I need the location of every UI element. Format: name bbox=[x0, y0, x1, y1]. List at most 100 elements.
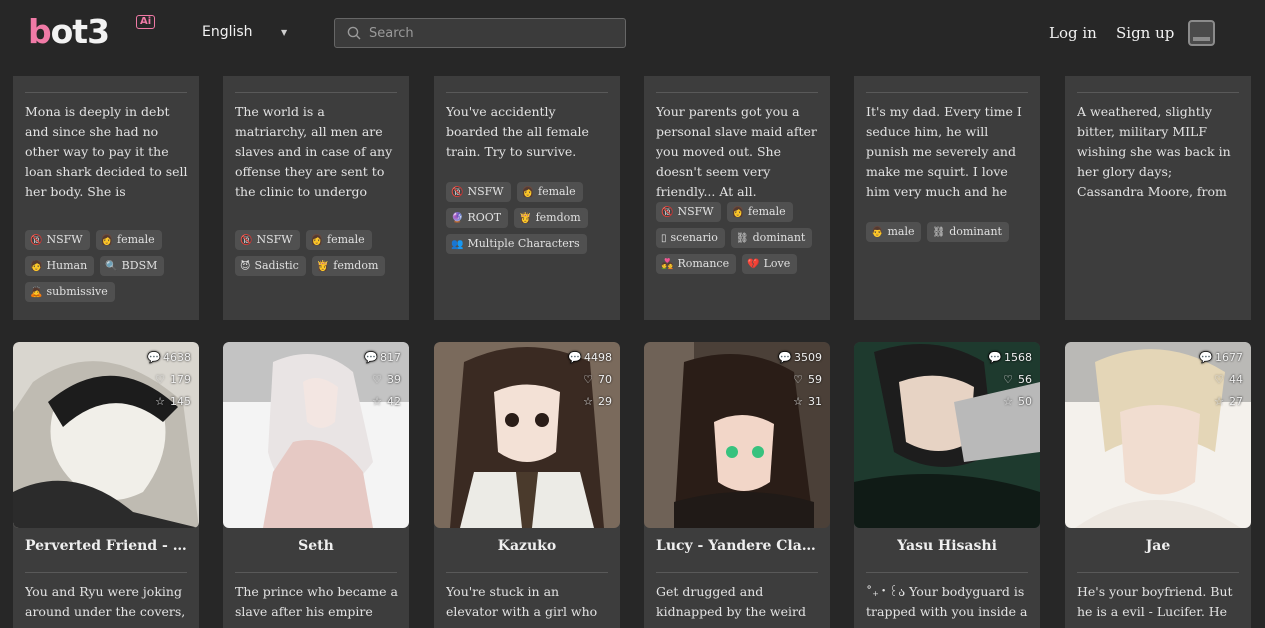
character-image[interactable]: 💬 1677 ♡ 44 ☆ 27 bbox=[1065, 342, 1251, 528]
tag-icon: ⛓ bbox=[735, 233, 749, 244]
character-image[interactable]: 💬 1568 ♡ 56 ☆ 50 bbox=[854, 342, 1040, 528]
character-card[interactable]: You've accidently boarded the all female… bbox=[434, 76, 620, 320]
stat-likes: ♡ 56 bbox=[988, 372, 1032, 394]
character-image[interactable]: 💬 3509 ♡ 59 ☆ 31 bbox=[644, 342, 830, 528]
tag-label: ROOT bbox=[467, 211, 502, 224]
tag-icon: 👨 bbox=[871, 227, 884, 238]
caret-down-icon[interactable]: ▼ bbox=[281, 28, 287, 37]
tag-icon: 👸 bbox=[316, 261, 330, 272]
tag-chip[interactable]: ▯ scenario bbox=[656, 228, 725, 248]
tag-chip[interactable]: 🔞 NSFW bbox=[235, 230, 300, 250]
stat-chats-value: 1677 bbox=[1215, 351, 1243, 364]
tag-label: female bbox=[748, 205, 786, 218]
character-card[interactable]: 💬 1677 ♡ 44 ☆ 27 Jae He's your boyfriend. But h… bbox=[1065, 342, 1251, 628]
tag-chip[interactable]: 😈 Sadistic bbox=[235, 256, 306, 276]
stat-likes-value: 59 bbox=[808, 373, 822, 386]
tag-chip[interactable]: 🔞 NSFW bbox=[656, 202, 721, 222]
tag-chip[interactable]: 👩 female bbox=[305, 230, 372, 250]
tag-chip[interactable]: 👩 female bbox=[95, 230, 162, 250]
character-name[interactable]: Kazuko bbox=[442, 538, 612, 554]
language-selector[interactable]: English bbox=[202, 24, 253, 40]
logo[interactable]: bot3 Ai bbox=[28, 12, 158, 52]
search-box[interactable] bbox=[334, 18, 626, 48]
tag-chip[interactable]: ⛓ dominant bbox=[730, 228, 813, 248]
heart-icon: ♡ bbox=[155, 373, 165, 386]
tag-chip[interactable]: 🧑 Human bbox=[25, 256, 95, 276]
top-navbar: bot3 Ai English ▼ Log in Sign up bbox=[0, 0, 1265, 66]
stat-stars: ☆ 42 bbox=[364, 394, 401, 416]
tag-chip[interactable]: 👩 female bbox=[726, 202, 793, 222]
tag-label: female bbox=[117, 233, 155, 246]
stat-stars-value: 31 bbox=[808, 395, 822, 408]
chat-icon: 💬 bbox=[778, 351, 792, 364]
search-input[interactable] bbox=[369, 19, 619, 47]
tag-chip[interactable]: 👥 Multiple Characters bbox=[446, 234, 587, 254]
tag-chip[interactable]: 👩 female bbox=[516, 182, 583, 202]
tag-chip[interactable]: 💑 Romance bbox=[656, 254, 737, 274]
character-card[interactable]: 💬 3509 ♡ 59 ☆ 31 Lucy - Yandere Class… Get drug… bbox=[644, 342, 830, 628]
character-card[interactable]: 💬 4498 ♡ 70 ☆ 29 Kazuko You're stuck in an elev… bbox=[434, 342, 620, 628]
stat-chats-value: 3509 bbox=[794, 351, 822, 364]
character-image[interactable]: 💬 817 ♡ 39 ☆ 42 bbox=[223, 342, 409, 528]
tag-label: submissive bbox=[46, 285, 108, 298]
tag-chip[interactable]: 👸 femdom bbox=[514, 208, 588, 228]
character-name[interactable]: Jae bbox=[1073, 538, 1243, 554]
stat-stars: ☆ 50 bbox=[988, 394, 1032, 416]
device-icon[interactable] bbox=[1188, 20, 1215, 46]
heart-icon: ♡ bbox=[793, 373, 803, 386]
character-card[interactable]: A weathered, slightly bitter, military M… bbox=[1065, 76, 1251, 320]
tag-chip[interactable]: ⛓ dominant bbox=[927, 222, 1009, 242]
card-description: The world is a matriarchy, all men are s… bbox=[235, 104, 393, 199]
stat-chats-value: 4498 bbox=[584, 351, 612, 364]
tag-chip[interactable]: 👨 male bbox=[866, 222, 922, 242]
tag-chip[interactable]: 🔍 BDSM bbox=[100, 256, 165, 276]
character-name[interactable]: Yasu Hisashi bbox=[862, 538, 1032, 554]
tag-label: female bbox=[327, 233, 365, 246]
tag-icon: 👩 bbox=[100, 235, 114, 246]
stat-stars-value: 27 bbox=[1229, 395, 1243, 408]
tag-icon: 😈 bbox=[240, 261, 251, 272]
character-card[interactable]: Your parents got you a personal slave ma… bbox=[644, 76, 830, 320]
star-icon: ☆ bbox=[583, 395, 593, 408]
card-divider bbox=[25, 572, 187, 573]
character-card[interactable]: 💬 4638 ♡ 179 ☆ 145 Perverted Friend - R… You an… bbox=[13, 342, 199, 628]
tag-label: femdom bbox=[333, 259, 379, 272]
character-card[interactable]: It's my dad. Every time I seduce him, he… bbox=[854, 76, 1040, 320]
character-name[interactable]: Lucy - Yandere Class… bbox=[656, 538, 822, 554]
login-link[interactable]: Log in bbox=[1049, 24, 1097, 42]
tag-chip[interactable]: 💔 Love bbox=[742, 254, 798, 274]
character-name[interactable]: Seth bbox=[231, 538, 401, 554]
star-icon: ☆ bbox=[1214, 395, 1224, 408]
search-icon bbox=[347, 26, 361, 40]
character-name[interactable]: Perverted Friend - R… bbox=[25, 538, 191, 554]
tag-label: Sadistic bbox=[254, 259, 299, 272]
tag-icon: 🔞 bbox=[240, 235, 253, 246]
card-divider bbox=[866, 572, 1028, 573]
character-card[interactable]: 💬 817 ♡ 39 ☆ 42 Seth The prince who became a sl… bbox=[223, 342, 409, 628]
tag-label: female bbox=[538, 185, 576, 198]
character-card[interactable]: The world is a matriarchy, all men are s… bbox=[223, 76, 409, 320]
star-icon: ☆ bbox=[372, 395, 382, 408]
tag-label: male bbox=[887, 225, 915, 238]
stat-chats: 💬 4638 bbox=[147, 350, 191, 372]
tag-chip[interactable]: 🔞 NSFW bbox=[446, 182, 511, 202]
chat-icon: 💬 bbox=[147, 351, 161, 364]
tag-list: 🔞 NSFW 👩 female 😈 Sadistic 👸 femdom bbox=[235, 230, 403, 276]
character-image[interactable]: 💬 4638 ♡ 179 ☆ 145 bbox=[13, 342, 199, 528]
stat-chats: 💬 1677 bbox=[1199, 350, 1243, 372]
character-card[interactable]: Mona is deeply in debt and since she had… bbox=[13, 76, 199, 320]
star-icon: ☆ bbox=[155, 395, 165, 408]
tag-label: dominant bbox=[752, 231, 806, 244]
character-card[interactable]: 💬 1568 ♡ 56 ☆ 50 Yasu Hisashi ˚₊‧꒰ა Your bodygu… bbox=[854, 342, 1040, 628]
logo-ai-badge: Ai bbox=[136, 15, 156, 29]
stat-stars: ☆ 29 bbox=[568, 394, 612, 416]
tag-chip[interactable]: 👸 femdom bbox=[311, 256, 386, 276]
tag-chip[interactable]: 🔞 NSFW bbox=[25, 230, 90, 250]
tag-icon: 🧑 bbox=[30, 261, 43, 272]
card-description: You're stuck in an elevator with a girl … bbox=[446, 584, 598, 626]
tag-chip[interactable]: 🔮 ROOT bbox=[446, 208, 509, 228]
tag-chip[interactable]: 🙇 submissive bbox=[25, 282, 115, 302]
character-image[interactable]: 💬 4498 ♡ 70 ☆ 29 bbox=[434, 342, 620, 528]
tag-icon: 🔞 bbox=[661, 207, 674, 218]
signup-link[interactable]: Sign up bbox=[1116, 24, 1174, 42]
